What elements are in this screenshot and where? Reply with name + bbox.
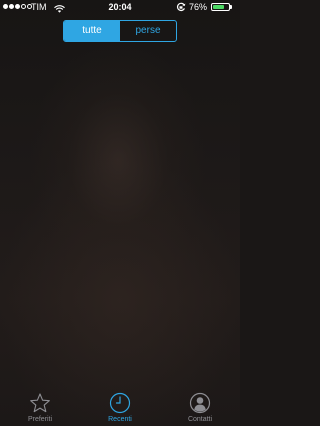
battery-tip [230, 5, 232, 9]
tab-favorites-label: Preferiti [27, 416, 53, 423]
tab-contacts[interactable]: Contatti [160, 386, 240, 426]
contact-icon [189, 392, 211, 414]
tab-bar: Preferiti Recenti Contatti [0, 386, 240, 426]
tab-favorites[interactable]: Preferiti [0, 386, 80, 426]
segment-all[interactable]: tutte [64, 21, 120, 41]
tab-recents[interactable]: Recenti [80, 386, 160, 426]
battery-percentage: 76% [189, 2, 208, 12]
battery-level-fill [213, 5, 225, 9]
tab-recents-label: Recenti [108, 416, 132, 423]
status-bar: TIM 20:04 76% [0, 0, 240, 14]
battery-icon [211, 3, 230, 11]
clock-icon [109, 392, 131, 414]
tab-contacts-label: Contatti [187, 416, 213, 423]
calls-filter-segmented-control: tutte perse [63, 20, 177, 42]
segment-missed[interactable]: perse [120, 21, 176, 41]
blurred-background [0, 0, 240, 426]
rotation-lock-icon [176, 2, 186, 16]
star-icon [29, 392, 51, 414]
